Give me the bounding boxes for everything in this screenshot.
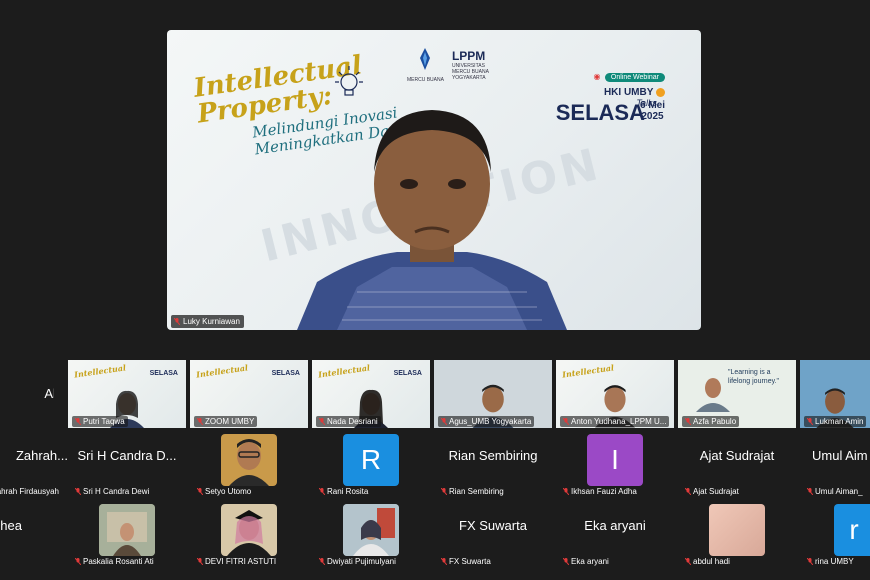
- mic-muted-icon: [319, 488, 325, 495]
- participant-tile[interactable]: Setyo Utomo: [190, 430, 308, 498]
- participant-tile[interactable]: Intellectual SELASA ZOOM UMBY: [190, 360, 308, 428]
- avatar: [99, 504, 155, 556]
- avatar: R: [343, 434, 399, 486]
- participant-tile[interactable]: "Learning is a lifelong journey." Azfa P…: [678, 360, 796, 428]
- mic-muted-icon: [685, 418, 691, 425]
- event-date: 6 Mei 2025: [639, 100, 665, 122]
- participant-tile[interactable]: abdul hadi: [678, 500, 796, 568]
- participant-tile[interactable]: Intellectual SELASA Nada Desriani: [312, 360, 430, 428]
- mic-muted-icon: [75, 418, 81, 425]
- speaker-person-image: [297, 110, 567, 330]
- mic-muted-icon: [319, 418, 325, 425]
- mic-muted-icon: [807, 558, 813, 565]
- participant-tile[interactable]: FX Suwarta FX Suwarta: [434, 500, 552, 568]
- avatar: [221, 504, 277, 556]
- mic-muted-icon: [563, 418, 569, 425]
- participant-tile[interactable]: SELASA Intellectual Putri Taqwa: [68, 360, 186, 428]
- avatar: I: [587, 434, 643, 486]
- logo-block: MERCU BUANA LPPM UNIVERSITAS MERCU BUANA…: [407, 46, 494, 83]
- live-icon: ◉: [593, 72, 601, 81]
- participant-tile[interactable]: Eka aryani Eka aryani: [556, 500, 674, 568]
- participant-tile[interactable]: Ajat Sudrajat Ajat Sudrajat: [678, 430, 796, 498]
- mic-muted-icon: [197, 488, 203, 495]
- avatar: r: [834, 504, 870, 556]
- avatar: [221, 434, 277, 486]
- participant-tile[interactable]: Zahrah... ahrah Firdausyah: [0, 430, 68, 498]
- participant-tile[interactable]: DEVI FITRI ASTUTI: [190, 500, 308, 568]
- mic-muted-icon: [75, 488, 81, 495]
- avatar: [709, 504, 765, 556]
- mic-muted-icon: [807, 488, 813, 495]
- active-speaker-video[interactable]: INNOVATION Intellectual Property: Melind…: [167, 30, 701, 330]
- participant-tile[interactable]: Agus_UMB Yogyakarta: [434, 360, 552, 428]
- avatar: [343, 504, 399, 556]
- participant-tile[interactable]: Sri H Candra D... Sri H Candra Dewi: [68, 430, 186, 498]
- participant-tile[interactable]: Rian Sembiring Rian Sembiring: [434, 430, 552, 498]
- mic-muted-icon: [197, 558, 203, 565]
- university-logo-icon: [420, 48, 431, 70]
- participant-image: [696, 378, 730, 412]
- mic-muted-icon: [174, 318, 180, 325]
- mic-muted-icon: [441, 418, 447, 425]
- mic-muted-icon: [197, 418, 203, 425]
- participant-tile[interactable]: I Ikhsan Fauzi Adha: [556, 430, 674, 498]
- participant-tile[interactable]: R Rani Rosita: [312, 430, 430, 498]
- participant-tile[interactable]: r rina UMBY: [800, 500, 870, 568]
- mic-muted-icon: [441, 558, 447, 565]
- mic-muted-icon: [319, 558, 325, 565]
- participant-tile[interactable]: Dwiyati Pujimulyani: [312, 500, 430, 568]
- participant-tile[interactable]: Alin: [0, 360, 54, 428]
- mic-muted-icon: [563, 558, 569, 565]
- participant-tile[interactable]: Paskalia Rosanti Ati: [68, 500, 186, 568]
- participant-row-2: Zahrah... ahrah Firdausyah Sri H Candra …: [0, 430, 870, 498]
- mic-muted-icon: [685, 558, 691, 565]
- quote-text: "Learning is a lifelong journey.": [728, 369, 779, 385]
- participant-tile[interactable]: hea: [0, 500, 68, 568]
- mic-muted-icon: [685, 488, 691, 495]
- participant-row-3: hea Paskalia Rosanti Ati DEVI FITRI ASTU…: [0, 500, 870, 568]
- mic-muted-icon: [563, 488, 569, 495]
- participant-row-1: Alin SELASA Intellectual Putri Taqwa Int…: [0, 360, 870, 428]
- participant-tile[interactable]: Intellectual Anton Yudhana_LPPM U...: [556, 360, 674, 428]
- event-day: SELASA: [555, 100, 645, 125]
- speaker-name-tag: Luky Kurniawan: [171, 315, 244, 328]
- mic-muted-icon: [807, 418, 813, 425]
- participant-tile[interactable]: Umul Aim Umul Aiman_: [800, 430, 870, 498]
- participant-tile[interactable]: Lukman Amin: [800, 360, 870, 428]
- mic-muted-icon: [441, 488, 447, 495]
- mic-muted-icon: [75, 558, 81, 565]
- event-dot-icon: [656, 87, 665, 97]
